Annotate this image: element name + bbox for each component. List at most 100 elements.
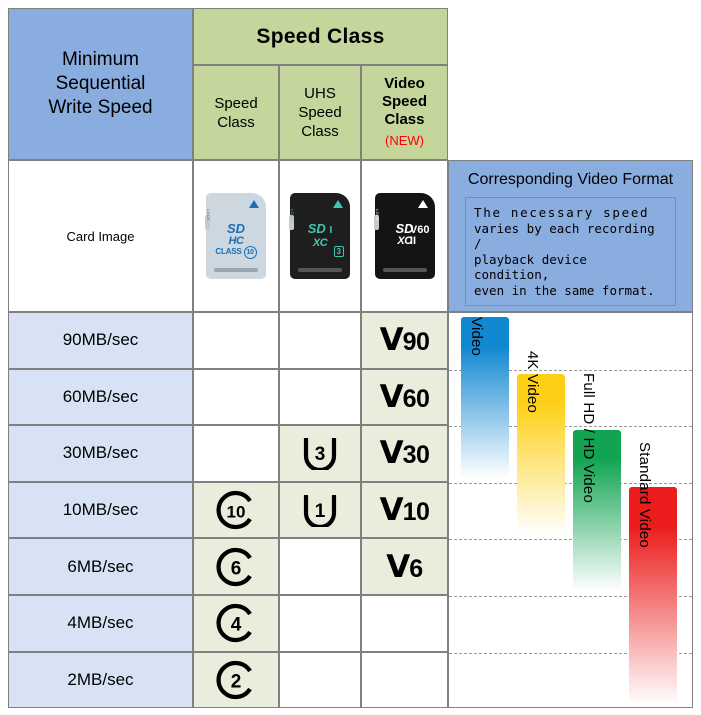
svg-text:10: 10 bbox=[227, 503, 246, 522]
svg-text:1: 1 bbox=[315, 501, 326, 522]
sdhc-class10-card: LOCK SD HC CLASS 10 bbox=[205, 193, 266, 279]
video-speed-class-10-icon: V10 bbox=[380, 492, 430, 528]
speed-class-cell: 4 bbox=[193, 595, 279, 652]
svg-text:4: 4 bbox=[231, 615, 242, 636]
video-format-note-line: varies by each recording / bbox=[474, 220, 655, 252]
header-speed-class-label: Speed Class bbox=[214, 94, 257, 132]
card-video-badge: V60 II bbox=[409, 224, 430, 247]
card-sd-logo: SD HC bbox=[206, 222, 266, 247]
card-bottom-strip bbox=[382, 268, 427, 272]
video-speed-class-cell: V10 bbox=[361, 481, 448, 539]
header-video-speed-class-label: Video Speed Class bbox=[382, 75, 427, 129]
card-lock-text: LOCK bbox=[206, 209, 211, 222]
video-format-title: Corresponding Video Format bbox=[467, 171, 674, 188]
video-class-number: 90 bbox=[402, 328, 430, 357]
write-speed-label: 90MB/sec bbox=[8, 312, 193, 369]
video-class-v-glyph: V bbox=[379, 322, 404, 359]
video-format-note: The necessary speed varies by each record… bbox=[465, 197, 676, 306]
card-class-label: CLASS 10 bbox=[206, 246, 266, 259]
video-speed-class-cell: V30 bbox=[361, 425, 448, 482]
text-line: Write Speed bbox=[48, 97, 153, 118]
video-format-note-line: The necessary speed bbox=[474, 205, 650, 220]
speed-class-10-icon: 10 bbox=[216, 491, 252, 530]
card-image-cell-video: LOCK SD XC V60 II bbox=[361, 160, 448, 312]
write-speed-label: 2MB/sec bbox=[8, 651, 193, 709]
uhs-speed-class-cell: 3 bbox=[279, 425, 361, 482]
uhs-speed-class-cell bbox=[279, 651, 361, 709]
text-line: Class bbox=[384, 111, 425, 128]
video-speed-class-cell: V6 bbox=[361, 538, 448, 595]
speed-class-cell: 2 bbox=[193, 651, 279, 709]
speed-class-cell bbox=[193, 425, 279, 482]
card-image-cell-speed-class: LOCK SD HC CLASS 10 bbox=[193, 160, 279, 312]
uhs-speed-class-cell: 1 bbox=[279, 481, 361, 539]
write-speed-label: 10MB/sec bbox=[8, 481, 193, 539]
video-class-number: 60 bbox=[402, 384, 430, 413]
header-new-badge: (NEW) bbox=[385, 133, 424, 148]
speed-class-4-icon: 4 bbox=[216, 604, 252, 643]
text-line: Video bbox=[384, 75, 425, 92]
chart-bar-full-hd-hd-video: Full HD / HD Video bbox=[573, 373, 621, 592]
text-line: Sequential bbox=[55, 73, 146, 94]
video-speed-class-cell: V90 bbox=[361, 312, 448, 369]
video-class-v-glyph: V bbox=[379, 435, 404, 472]
card-corner-triangle bbox=[249, 200, 259, 208]
video-speed-class-90-icon: V90 bbox=[380, 322, 430, 358]
video-class-number: 10 bbox=[402, 498, 430, 527]
chart-bar-label: Full HD / HD Video bbox=[580, 373, 597, 504]
header-minimum-sequential-write-speed: Minimum Sequential Write Speed bbox=[8, 8, 193, 160]
chart-bar-label: 8K Video bbox=[468, 312, 485, 357]
video-format-note-line: playback device condition, bbox=[474, 251, 587, 283]
card-bottom-strip bbox=[298, 268, 342, 272]
card-lock-text: LOCK bbox=[374, 209, 380, 222]
uhs-speed-class-cell bbox=[279, 312, 361, 369]
header-speed-class-column: Speed Class bbox=[193, 65, 279, 160]
card-bus-label: I bbox=[329, 225, 333, 236]
video-speed-class-60-icon: V60 bbox=[380, 379, 430, 415]
video-speed-class-6-icon: V6 bbox=[386, 548, 423, 585]
sdxc-uhs2-v60-card: LOCK SD XC V60 II bbox=[373, 193, 435, 279]
chart-bar-standard-video: Standard Video bbox=[629, 442, 677, 705]
text-line: Speed bbox=[298, 104, 342, 121]
text-line: Minimum bbox=[61, 49, 140, 70]
uhs-speed-class-cell bbox=[279, 538, 361, 595]
svg-text:3: 3 bbox=[315, 444, 326, 465]
uhs-speed-class-3-icon: 3 bbox=[303, 438, 337, 471]
uhs-speed-class-cell bbox=[279, 368, 361, 426]
card-image-cell-uhs: LOCK SD I XC 3 bbox=[279, 160, 361, 312]
write-speed-label: 4MB/sec bbox=[8, 595, 193, 652]
video-class-number: 6 bbox=[409, 554, 423, 583]
chart-gridline bbox=[449, 482, 692, 484]
header-speed-class-group: Speed Class bbox=[193, 8, 448, 65]
video-class-v-glyph: V bbox=[386, 548, 410, 585]
card-corner-triangle bbox=[333, 200, 343, 208]
card-corner-triangle bbox=[417, 200, 428, 208]
chart-bar-8k-video: 8K Video bbox=[461, 313, 509, 479]
text-line: Class bbox=[217, 113, 255, 131]
video-format-note-line: even in the same format. bbox=[474, 282, 655, 298]
text-line: Speed bbox=[214, 94, 258, 112]
header-video-speed-class-column: Video Speed Class (NEW) bbox=[361, 65, 448, 160]
card-lock-text: LOCK bbox=[290, 209, 295, 222]
speed-class-cell bbox=[193, 368, 279, 426]
video-speed-class-cell bbox=[361, 595, 448, 652]
write-speed-label: 60MB/sec bbox=[8, 368, 193, 426]
video-speed-class-30-icon: V30 bbox=[380, 435, 430, 471]
svg-text:2: 2 bbox=[231, 671, 242, 692]
chart-bar-label: 4K Video bbox=[524, 350, 541, 413]
video-class-v-glyph: V bbox=[379, 378, 404, 415]
write-speed-label: 6MB/sec bbox=[8, 538, 193, 595]
chart-bar-label: Standard Video bbox=[636, 441, 653, 548]
uhs-speed-class-cell bbox=[279, 595, 361, 652]
speed-class-cell bbox=[193, 312, 279, 369]
video-speed-class-cell bbox=[361, 651, 448, 709]
write-speed-label: 30MB/sec bbox=[8, 425, 193, 482]
speed-class-table: Minimum Sequential Write Speed Speed Class… bbox=[8, 8, 693, 709]
header-left-title: Minimum Sequential Write Speed bbox=[48, 48, 152, 120]
corresponding-video-format-panel: Corresponding Video Format The necessary… bbox=[448, 160, 693, 312]
card-uhs-badge: 3 bbox=[333, 246, 344, 257]
sdxc-uhs1-u3-card: LOCK SD I XC 3 bbox=[289, 193, 350, 279]
chart-bar-4k-video: 4K Video bbox=[517, 350, 565, 535]
speed-class-cell: 10 bbox=[193, 481, 279, 539]
video-speed-class-cell: V60 bbox=[361, 368, 448, 426]
